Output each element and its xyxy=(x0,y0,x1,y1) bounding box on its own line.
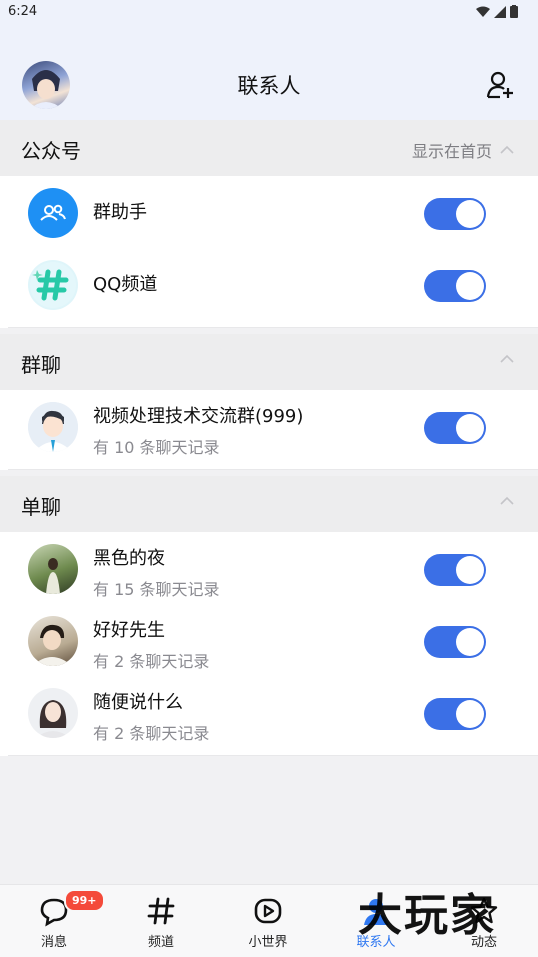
section-single-label: 单聊 xyxy=(21,495,61,519)
collapse-group-toggle[interactable] xyxy=(500,352,514,366)
page-title: 联系人 xyxy=(237,74,301,98)
tab-messages[interactable]: 99+ 消息 xyxy=(14,885,105,957)
toggle-knob xyxy=(456,556,484,584)
list-item[interactable]: 好好先生 有 2 条聊天记录 xyxy=(0,606,538,678)
toggle-switch[interactable] xyxy=(424,270,486,302)
section-group-chat: 群聊 xyxy=(0,334,538,390)
item-subtitle: 有 2 条聊天记录 xyxy=(93,724,210,743)
hash-icon xyxy=(147,897,175,925)
bottom-tab-bar: 99+ 消息 频道 小世界 联系人 动态 大玩家 xyxy=(0,884,538,957)
section-group-label: 群聊 xyxy=(21,353,61,377)
item-name: 随便说什么 xyxy=(93,692,183,713)
toggle-switch[interactable] xyxy=(424,412,486,444)
list-item[interactable]: QQ频道 xyxy=(0,250,538,322)
toggle-knob xyxy=(456,200,484,228)
play-icon xyxy=(254,898,282,924)
toggle-switch[interactable] xyxy=(424,698,486,730)
tab-small-world[interactable]: 小世界 xyxy=(228,885,308,957)
chevron-up-icon xyxy=(500,145,514,154)
battery-icon xyxy=(510,5,518,18)
item-subtitle: 有 10 条聊天记录 xyxy=(93,438,220,457)
single-chat-list: 黑色的夜 有 15 条聊天记录 好好先生 有 2 条聊天记录 随便说什么 有 2… xyxy=(0,532,538,756)
header: 联系人 xyxy=(0,24,538,120)
item-name: QQ频道 xyxy=(93,274,158,295)
status-time: 6:24 xyxy=(8,4,38,19)
show-on-home-toggle[interactable]: 显示在首页 xyxy=(412,138,514,162)
tab-label: 频道 xyxy=(147,935,174,950)
list-item[interactable]: 群助手 xyxy=(0,178,538,250)
item-name: 视频处理技术交流群(999) xyxy=(93,406,304,427)
contact-avatar xyxy=(28,616,78,666)
watermark-logo: 大玩家 xyxy=(358,890,496,941)
status-bar: 6:24 xyxy=(0,0,538,24)
tab-label: 消息 xyxy=(40,935,67,950)
item-subtitle: 有 15 条聊天记录 xyxy=(93,580,220,599)
status-icons xyxy=(476,5,518,18)
collapse-single-toggle[interactable] xyxy=(500,494,514,508)
group-avatar xyxy=(28,402,78,452)
section-official-label: 公众号 xyxy=(21,139,81,163)
divider xyxy=(8,327,538,328)
show-on-home-label: 显示在首页 xyxy=(411,142,492,161)
official-list: 群助手 QQ频道 xyxy=(0,176,538,328)
list-item[interactable]: 黑色的夜 有 15 条聊天记录 xyxy=(0,534,538,606)
item-subtitle: 有 2 条聊天记录 xyxy=(93,652,210,671)
wifi-icon xyxy=(476,6,490,17)
signal-icon xyxy=(494,5,506,18)
toggle-knob xyxy=(456,628,484,656)
toggle-knob xyxy=(456,700,484,728)
divider xyxy=(8,469,538,470)
contact-avatar xyxy=(28,688,78,738)
toggle-switch[interactable] xyxy=(424,554,486,586)
toggle-switch[interactable] xyxy=(424,198,486,230)
unread-badge: 99+ xyxy=(64,889,105,912)
list-item[interactable]: 视频处理技术交流群(999) 有 10 条聊天记录 xyxy=(0,392,538,464)
contact-avatar xyxy=(28,544,78,594)
item-name: 好好先生 xyxy=(93,620,165,641)
divider xyxy=(8,755,538,756)
group-helper-icon xyxy=(28,188,78,238)
tab-label: 小世界 xyxy=(248,935,288,950)
chevron-up-icon xyxy=(500,354,514,363)
add-friend-icon[interactable] xyxy=(486,70,516,100)
toggle-knob xyxy=(456,272,484,300)
item-name: 黑色的夜 xyxy=(93,548,165,569)
chevron-up-icon xyxy=(500,496,514,505)
toggle-knob xyxy=(456,414,484,442)
toggle-switch[interactable] xyxy=(424,626,486,658)
group-chat-list: 视频处理技术交流群(999) 有 10 条聊天记录 xyxy=(0,390,538,470)
item-name: 群助手 xyxy=(93,202,147,223)
list-item[interactable]: 随便说什么 有 2 条聊天记录 xyxy=(0,678,538,750)
tab-channels[interactable]: 频道 xyxy=(121,885,201,957)
section-official: 公众号 显示在首页 xyxy=(0,120,538,176)
qq-channel-icon xyxy=(28,260,78,310)
section-single-chat: 单聊 xyxy=(0,476,538,532)
